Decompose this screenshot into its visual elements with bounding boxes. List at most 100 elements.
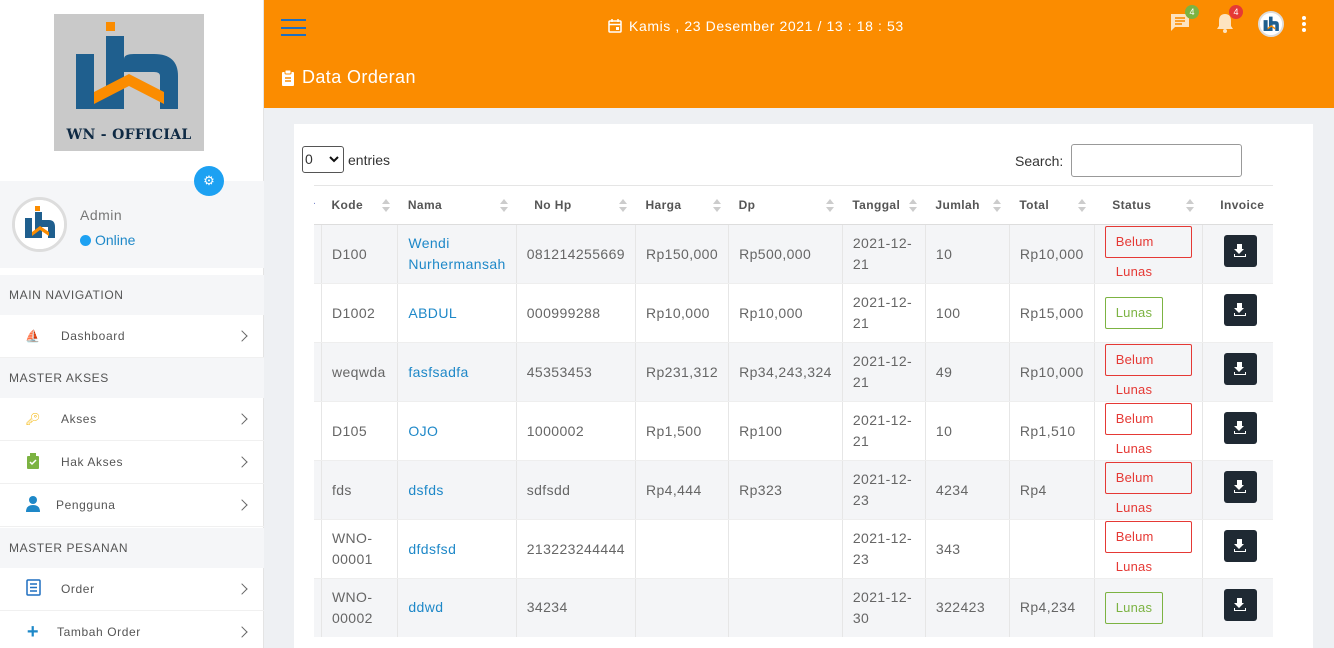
cell-harga <box>635 578 730 637</box>
avatar[interactable] <box>12 197 67 252</box>
table-row: WNO-00002 ddwd 34234 2021-12-30 322423 Rp4,23… <box>314 578 1273 637</box>
nav-header-pesanan: MASTER PESANAN <box>0 528 264 568</box>
cell-jumlah: 322423 <box>925 578 1010 637</box>
download-invoice-button[interactable] <box>1223 412 1257 444</box>
sidebar-item-label: Order <box>61 582 95 596</box>
user-name: Admin <box>80 207 123 223</box>
table-row: D1002 ABDUL 000999288 Rp10,000 Rp10,000 2021-… <box>314 283 1273 343</box>
cell-nama[interactable]: ddwd <box>397 578 517 637</box>
nav-header-main: MAIN NAVIGATION <box>0 275 264 315</box>
cell-dp: Rp10,000 <box>728 283 843 343</box>
datetime-display: Kamis , 23 Desember 2021 / 13 : 18 : 53 <box>608 18 904 34</box>
cell-tanggal: 2021-12-21 <box>842 401 926 461</box>
settings-gear-button[interactable]: ⚙ <box>194 166 224 196</box>
table-header-row: Kode Nama No Hp Harga Dp Tanggal Jumlah … <box>314 185 1273 225</box>
page-title-text: Data Orderan <box>302 67 416 87</box>
cell-nama[interactable]: ABDUL <box>397 283 517 343</box>
cell-index <box>314 401 322 461</box>
cell-nama[interactable]: OJO <box>397 401 517 461</box>
cell-nama[interactable]: dsfds <box>397 460 517 520</box>
cell-dp: Rp500,000 <box>728 224 843 284</box>
plus-icon: + <box>26 620 40 643</box>
logo-mark-icon <box>76 22 178 109</box>
menu-toggle-button[interactable] <box>281 19 306 36</box>
cell-nama[interactable]: fasfsadfa <box>397 342 517 402</box>
list-icon <box>24 579 42 599</box>
download-invoice-button[interactable] <box>1223 530 1257 562</box>
column-header-nohp[interactable]: No Hp <box>516 185 636 225</box>
cell-nama[interactable]: Wendi Nurhermansah <box>397 224 517 284</box>
notifications-button[interactable]: 4 <box>1216 5 1243 38</box>
status-badge[interactable]: Lunas <box>1104 297 1164 329</box>
status-badge[interactable]: Belum Lunas <box>1104 226 1192 279</box>
cell-status: Belum Lunas <box>1094 460 1203 520</box>
cell-dp <box>728 519 843 579</box>
sidebar-item-hak-akses[interactable]: Hak Akses <box>0 441 264 484</box>
search-label: Search: <box>1015 152 1064 169</box>
column-header-dp[interactable]: Dp <box>728 185 843 225</box>
messages-button[interactable]: 4 <box>1170 5 1199 37</box>
sort-icon <box>712 199 721 212</box>
status-badge[interactable]: Lunas <box>1104 591 1164 624</box>
cell-status: Belum Lunas <box>1094 401 1203 461</box>
sort-icon <box>619 199 628 212</box>
column-header-kode[interactable]: Kode <box>321 185 398 225</box>
column-header-status[interactable]: Status <box>1094 185 1203 225</box>
entries-select[interactable]: 0 <box>302 146 344 173</box>
cell-kode: WNO-00002 <box>321 578 399 637</box>
cell-invoice <box>1202 578 1273 637</box>
sidebar-item-label: Pengguna <box>56 498 116 512</box>
orders-table-wrapper: Kode Nama No Hp Harga Dp Tanggal Jumlah … <box>314 185 1293 637</box>
chevron-down-icon <box>329 156 339 163</box>
search-control: Search: <box>1015 144 1243 177</box>
entries-select-value: 0 <box>305 151 313 167</box>
cell-tanggal: 2021-12-30 <box>842 578 926 637</box>
status-badge[interactable]: Belum Lunas <box>1104 462 1192 515</box>
more-options-button[interactable] <box>1302 16 1306 34</box>
cell-nohp: 45353453 <box>516 342 636 402</box>
orders-table: Kode Nama No Hp Harga Dp Tanggal Jumlah … <box>314 185 1273 637</box>
notifications-badge: 4 <box>1229 5 1243 19</box>
header-avatar[interactable] <box>1258 11 1284 37</box>
status-badge[interactable]: Belum Lunas <box>1104 344 1192 397</box>
sidebar-item-pengguna[interactable]: Pengguna <box>0 484 264 527</box>
calendar-icon <box>608 19 622 33</box>
sidebar-item-tambah-order[interactable]: + Tambah Order <box>0 611 264 648</box>
clipboard-icon <box>282 69 294 86</box>
top-bar: Kamis , 23 Desember 2021 / 13 : 18 : 53 … <box>264 0 1334 108</box>
sort-icon <box>909 199 918 212</box>
status-badge[interactable]: Belum Lunas <box>1104 403 1192 456</box>
cell-dp: Rp100 <box>728 401 843 461</box>
avatar-logo-icon <box>1260 13 1282 35</box>
column-header-index[interactable] <box>314 185 322 225</box>
column-header-tanggal[interactable]: Tanggal <box>842 185 926 225</box>
status-badge[interactable]: Belum Lunas <box>1104 521 1192 574</box>
column-header-total[interactable]: Total <box>1009 185 1095 225</box>
download-icon <box>1233 372 1246 375</box>
brand-logo[interactable]: WN - OFFICIAL <box>54 14 204 151</box>
download-icon <box>1233 254 1246 257</box>
column-header-jumlah[interactable]: Jumlah <box>925 185 1010 225</box>
sidebar-item-dashboard[interactable]: ⛵ Dashboard <box>0 315 264 358</box>
cell-kode: fds <box>321 460 399 520</box>
cell-nama[interactable]: dfdsfsd <box>397 519 517 579</box>
search-input[interactable] <box>1071 144 1243 177</box>
download-invoice-button[interactable] <box>1223 353 1257 385</box>
download-invoice-button[interactable] <box>1223 471 1257 503</box>
cell-total: Rp10,000 <box>1009 224 1095 284</box>
online-dot-icon <box>80 234 91 246</box>
download-invoice-button[interactable] <box>1223 588 1257 621</box>
sidebar-item-order[interactable]: Order <box>0 568 264 611</box>
sidebar-item-akses[interactable]: 🔑︎ Akses <box>0 398 264 441</box>
cell-status: Lunas <box>1094 578 1203 637</box>
sort-icon <box>993 199 1002 212</box>
column-header-nama[interactable]: Nama <box>397 185 517 225</box>
clipboard-icon <box>24 452 42 472</box>
cell-index <box>314 460 322 520</box>
column-header-harga[interactable]: Harga <box>635 185 729 225</box>
cell-tanggal: 2021-12-21 <box>842 283 926 343</box>
download-invoice-button[interactable] <box>1223 235 1257 267</box>
datetime-text: Kamis , 23 Desember 2021 / 13 : 18 : 53 <box>629 18 904 34</box>
download-invoice-button[interactable] <box>1223 294 1257 326</box>
messages-badge: 4 <box>1185 5 1199 19</box>
